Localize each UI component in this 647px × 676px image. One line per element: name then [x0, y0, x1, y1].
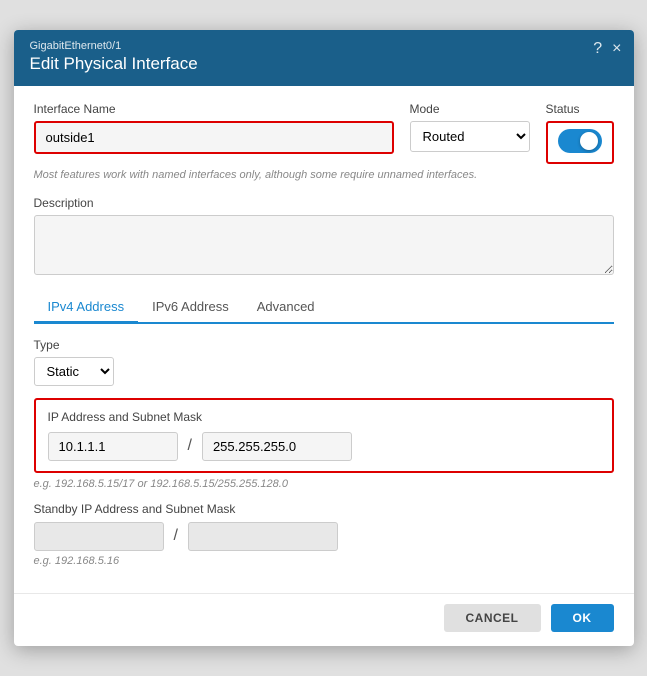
cancel-button[interactable]: CANCEL	[444, 604, 541, 632]
dialog-footer: CANCEL OK	[14, 593, 634, 646]
mode-select[interactable]: Routed Switched Passive	[410, 121, 530, 152]
ip-divider: /	[188, 437, 192, 455]
tab-ipv4-address[interactable]: IPv4 Address	[34, 292, 139, 324]
ip-row: /	[48, 432, 600, 461]
dialog-title: Edit Physical Interface	[30, 54, 618, 74]
description-label: Description	[34, 196, 614, 210]
top-row: Interface Name Mode Routed Switched Pass…	[34, 102, 614, 164]
interface-name-label: Interface Name	[34, 102, 394, 116]
standby-section: Standby IP Address and Subnet Mask / e.g…	[34, 502, 614, 567]
help-icon[interactable]: ?	[593, 40, 602, 58]
standby-hint: e.g. 192.168.5.16	[34, 555, 614, 567]
standby-label: Standby IP Address and Subnet Mask	[34, 502, 614, 516]
mode-label: Mode	[410, 102, 530, 116]
interface-name-hint: Most features work with named interfaces…	[34, 168, 614, 183]
mode-group: Mode Routed Switched Passive	[410, 102, 530, 152]
ip-address-section: IP Address and Subnet Mask /	[34, 398, 614, 473]
toggle-slider	[558, 129, 602, 153]
subnet-mask-input[interactable]	[202, 432, 352, 461]
type-select-wrapper: Static DHCP PPPoE	[34, 357, 614, 386]
status-toggle-wrapper	[546, 121, 614, 164]
close-icon[interactable]: ×	[612, 40, 621, 58]
status-group: Status	[546, 102, 614, 164]
description-textarea[interactable]	[34, 215, 614, 275]
dialog-header: GigabitEthernet0/1 Edit Physical Interfa…	[14, 30, 634, 86]
dialog-header-icons: ? ×	[593, 40, 621, 58]
dialog-subtitle: GigabitEthernet0/1	[30, 40, 618, 52]
ok-button[interactable]: OK	[551, 604, 614, 632]
type-label: Type	[34, 338, 614, 352]
edit-physical-interface-dialog: GigabitEthernet0/1 Edit Physical Interfa…	[14, 30, 634, 645]
tab-ipv6-address[interactable]: IPv6 Address	[138, 292, 243, 324]
standby-mask-input[interactable]	[188, 522, 338, 551]
status-toggle[interactable]	[558, 129, 602, 153]
standby-ip-input[interactable]	[34, 522, 164, 551]
ip-section-label: IP Address and Subnet Mask	[48, 410, 600, 424]
ip-hint: e.g. 192.168.5.15/17 or 192.168.5.15/255…	[34, 478, 614, 490]
interface-name-group: Interface Name	[34, 102, 394, 154]
type-select[interactable]: Static DHCP PPPoE	[34, 357, 114, 386]
dialog-body: Interface Name Mode Routed Switched Pass…	[14, 86, 634, 592]
type-row: Type Static DHCP PPPoE	[34, 338, 614, 386]
standby-divider: /	[174, 527, 178, 545]
tab-advanced[interactable]: Advanced	[243, 292, 329, 324]
status-label: Status	[546, 102, 614, 116]
tabs: IPv4 Address IPv6 Address Advanced	[34, 292, 614, 324]
standby-row: /	[34, 522, 614, 551]
interface-name-box	[34, 121, 394, 154]
ip-address-input[interactable]	[48, 432, 178, 461]
interface-name-input[interactable]	[36, 123, 392, 152]
